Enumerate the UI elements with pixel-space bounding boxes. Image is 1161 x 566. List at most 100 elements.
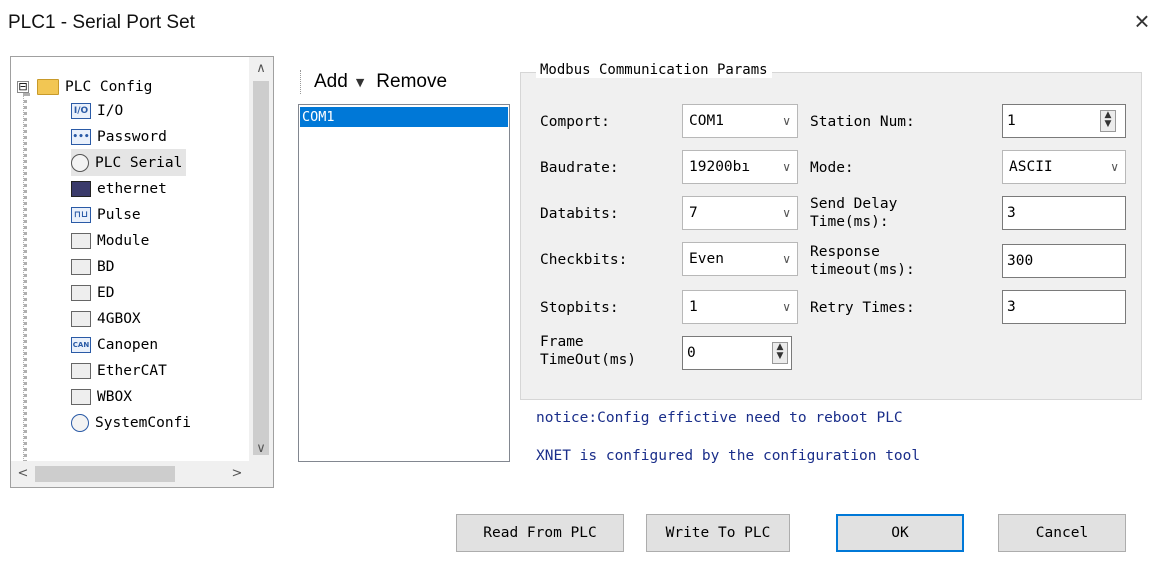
tree-item-plc-config[interactable]: PLC Config — [37, 73, 152, 100]
station-num-spinner[interactable]: ▲ ▼ — [1100, 110, 1116, 132]
stopbits-value: 1 — [689, 299, 698, 315]
tree-item-wbox[interactable]: WBOX — [71, 383, 132, 410]
comport-value: COM1 — [689, 113, 724, 129]
add-dropdown-arrow-icon[interactable]: ▼ — [356, 76, 364, 89]
write-to-plc-button[interactable]: Write To PLC — [646, 514, 790, 552]
mode-value: ASCII — [1009, 159, 1053, 175]
checkbits-value: Even — [689, 251, 724, 267]
checkbits-label: Checkbits: — [540, 252, 628, 268]
send-delay-input[interactable]: 3 — [1002, 196, 1126, 230]
remove-button[interactable]: Remove — [376, 71, 447, 93]
tree-item-label: ED — [97, 284, 115, 301]
databits-value: 7 — [689, 205, 698, 221]
toolbar-grip — [300, 70, 304, 94]
cancel-button[interactable]: Cancel — [998, 514, 1126, 552]
window-title: PLC1 - Serial Port Set — [8, 12, 195, 33]
scroll-down-icon[interactable]: ∨ — [249, 437, 273, 461]
plc-config-tree[interactable]: ⊟ PLC Config I/O I/O ••• Password PLC Se… — [10, 56, 274, 488]
tree-item-label: Canopen — [97, 336, 159, 353]
spin-down-icon[interactable]: ▼ — [1101, 120, 1115, 129]
tree-item-label: Module — [97, 232, 150, 249]
password-icon: ••• — [71, 128, 91, 145]
stopbits-select[interactable]: 1 ∨ — [682, 290, 798, 324]
canopen-icon: CAN — [71, 336, 91, 353]
tree-expander-icon[interactable]: ⊟ — [17, 81, 29, 93]
tree-item-bd[interactable]: BD — [71, 253, 114, 280]
send-delay-label-line1: Send Delay — [810, 196, 898, 212]
comport-label: Comport: — [540, 114, 610, 130]
comport-select[interactable]: COM1 ∨ — [682, 104, 798, 138]
tree-item-label: WBOX — [97, 388, 132, 405]
ethernet-icon — [71, 180, 91, 197]
frame-timeout-spinner[interactable]: ▲ ▼ — [772, 342, 788, 364]
scroll-left-icon[interactable]: < — [11, 461, 35, 487]
chevron-down-icon: ∨ — [782, 160, 791, 174]
tree-item-label: BD — [97, 258, 115, 275]
close-icon[interactable]: × — [1128, 8, 1156, 34]
station-num-value: 1 — [1007, 113, 1016, 129]
stopbits-label: Stopbits: — [540, 300, 619, 316]
notice-reboot-text: notice:Config effictive need to reboot P… — [536, 410, 903, 426]
scrollbar-thumb[interactable] — [35, 466, 175, 482]
baudrate-select[interactable]: 19200bı ∨ — [682, 150, 798, 184]
chevron-down-icon: ∨ — [1110, 160, 1119, 174]
serial-port-icon — [71, 153, 89, 172]
modbus-params-title: Modbus Communication Params — [536, 62, 772, 78]
tree-item-label: Password — [97, 128, 167, 145]
scroll-up-icon[interactable]: ∧ — [249, 57, 273, 81]
tree-item-canopen[interactable]: CAN Canopen — [71, 331, 158, 358]
tree-item-system-config[interactable]: SystemConfi — [71, 409, 191, 436]
chevron-down-icon: ∨ — [782, 114, 791, 128]
tree-item-label: I/O — [97, 102, 124, 119]
tree-item-ethercat[interactable]: EtherCAT — [71, 357, 167, 384]
4gbox-icon — [71, 310, 91, 327]
retry-times-input[interactable]: 3 — [1002, 290, 1126, 324]
chevron-down-icon: ∨ — [782, 206, 791, 220]
tree-item-module[interactable]: Module — [71, 227, 149, 254]
tree-item-label: PLC Config — [65, 78, 153, 95]
folder-icon — [37, 78, 59, 95]
response-timeout-label-line1: Response — [810, 244, 880, 260]
add-button[interactable]: Add — [314, 71, 348, 93]
tree-item-label: 4GBOX — [97, 310, 141, 327]
notice-xnet-text: XNET is configured by the configuration … — [536, 448, 921, 464]
tree-vertical-scrollbar[interactable]: ∧ ∨ — [249, 57, 273, 461]
frame-timeout-label-line2: TimeOut(ms) — [540, 352, 637, 368]
ethercat-icon — [71, 362, 91, 379]
tree-item-io[interactable]: I/O I/O — [71, 97, 123, 124]
spin-down-icon[interactable]: ▼ — [773, 352, 787, 361]
tree-horizontal-scrollbar[interactable]: < > — [11, 461, 249, 487]
send-delay-value: 3 — [1007, 205, 1016, 221]
wbox-icon — [71, 388, 91, 405]
ok-button[interactable]: OK — [836, 514, 964, 552]
tree-guide-line — [23, 93, 27, 487]
tree-item-ed[interactable]: ED — [71, 279, 114, 306]
tree-item-password[interactable]: ••• Password — [71, 123, 167, 150]
system-config-icon — [71, 413, 89, 432]
tree-item-4gbox[interactable]: 4GBOX — [71, 305, 141, 332]
com-list-item[interactable]: COM1 — [300, 107, 508, 127]
tree-item-label: SystemConfi — [95, 414, 192, 431]
scrollbar-thumb[interactable] — [253, 81, 269, 455]
scroll-right-icon[interactable]: > — [225, 461, 249, 487]
mode-select[interactable]: ASCII ∨ — [1002, 150, 1126, 184]
retry-times-label: Retry Times: — [810, 300, 915, 316]
response-timeout-value: 300 — [1007, 253, 1034, 269]
tree-item-ethernet[interactable]: ethernet — [71, 175, 167, 202]
baudrate-label: Baudrate: — [540, 160, 619, 176]
send-delay-label-line2: Time(ms): — [810, 214, 889, 230]
tree-item-plc-serial[interactable]: PLC Serial — [71, 149, 187, 176]
read-from-plc-button[interactable]: Read From PLC — [456, 514, 624, 552]
baudrate-value: 19200bı — [689, 159, 751, 175]
ed-icon — [71, 284, 91, 301]
databits-select[interactable]: 7 ∨ — [682, 196, 798, 230]
response-timeout-label-line2: timeout(ms): — [810, 262, 915, 278]
response-timeout-input[interactable]: 300 — [1002, 244, 1126, 278]
tree-item-pulse[interactable]: ⊓⊔ Pulse — [71, 201, 141, 228]
tree-item-label: ethernet — [97, 180, 167, 197]
com-port-list[interactable]: COM1 — [298, 104, 510, 462]
tree-item-label: Pulse — [97, 206, 141, 223]
module-icon — [71, 232, 91, 249]
checkbits-select[interactable]: Even ∨ — [682, 242, 798, 276]
station-num-label: Station Num: — [810, 114, 915, 130]
